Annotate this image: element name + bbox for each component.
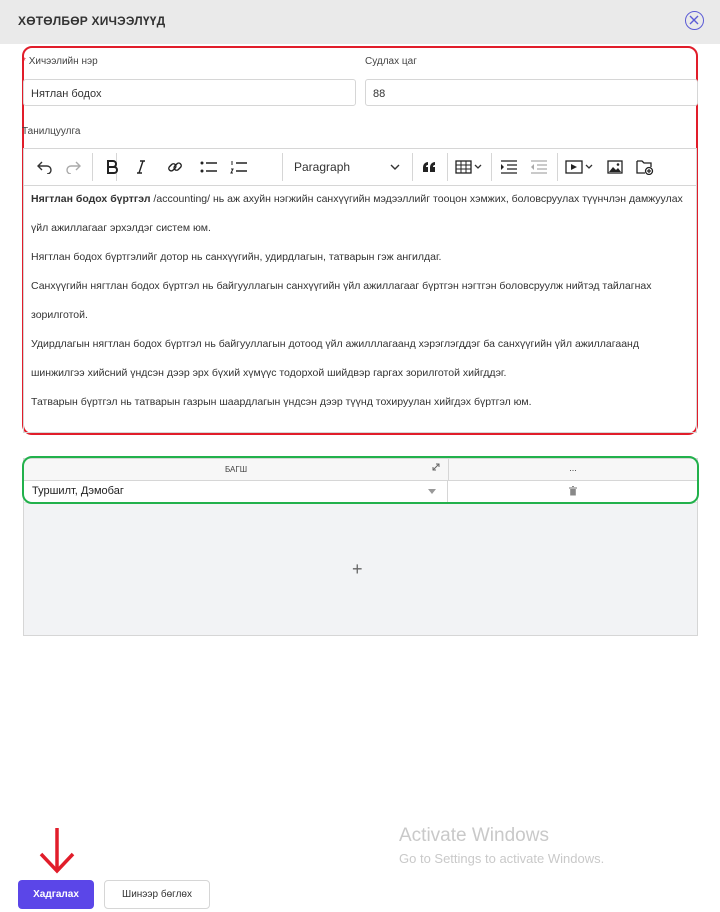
lesson-name-label: * Хичээлийн нэр <box>22 56 98 67</box>
dialog-header: ХӨТӨЛБӨР ХИЧЭЭЛҮҮД <box>0 0 720 44</box>
windows-watermark-subtitle: Go to Settings to activate Windows. <box>399 851 605 866</box>
editor-paragraph: Удирдлагын нягтлан бодох бүртгэл нь байг… <box>31 338 639 379</box>
toolbar-divider <box>412 153 413 181</box>
add-row-button[interactable]: + <box>352 559 363 580</box>
outdent-icon[interactable] <box>524 149 554 185</box>
dialog-title: ХӨТӨЛБӨР ХИЧЭЭЛҮҮД <box>18 14 166 28</box>
study-hours-input[interactable]: 88 <box>365 79 698 106</box>
close-icon <box>689 15 699 25</box>
toolbar-divider <box>92 153 93 181</box>
blockquote-icon[interactable] <box>414 149 444 185</box>
editor-paragraph: Татварын бүртгэл нь татварын газрын шаар… <box>31 396 532 408</box>
link-icon[interactable] <box>160 149 190 185</box>
editor-paragraph: Нягтлан бодох бүртгэл /accounting/ нь аж… <box>31 193 683 234</box>
close-button[interactable] <box>685 11 704 30</box>
file-manager-icon[interactable] <box>630 149 660 185</box>
highlight-box-green <box>22 456 699 504</box>
red-arrow-down-icon <box>39 828 75 874</box>
insert-table-icon[interactable] <box>450 149 488 185</box>
indent-icon[interactable] <box>494 149 524 185</box>
italic-icon[interactable] <box>126 149 156 185</box>
toolbar-divider <box>557 153 558 181</box>
study-hours-label: Судлах цаг <box>365 56 417 67</box>
editor-paragraph: Нягтлан бодох бүртгэлийг дотор нь санхүү… <box>31 251 442 263</box>
image-icon[interactable] <box>600 149 630 185</box>
intro-label: Танилцуулга <box>22 126 81 137</box>
lesson-name-input[interactable]: Нятлан бодох <box>23 79 356 106</box>
bold-icon[interactable] <box>97 149 127 185</box>
media-embed-icon[interactable] <box>560 149 600 185</box>
editor-content[interactable]: Нягтлан бодох бүртгэл /accounting/ нь аж… <box>31 185 691 417</box>
editor-paragraph: Санхүүгийн нягтлан бодох бүртгэл нь байг… <box>31 280 652 321</box>
toolbar-divider <box>491 153 492 181</box>
editor-toolbar: Paragraph <box>24 149 696 186</box>
toolbar-divider <box>447 153 448 181</box>
undo-icon[interactable] <box>30 149 60 185</box>
redo-icon[interactable] <box>58 149 88 185</box>
toolbar-divider <box>282 153 283 181</box>
numbered-list-icon[interactable] <box>224 149 254 185</box>
heading-dropdown-value: Paragraph <box>294 160 351 174</box>
rich-text-editor[interactable]: Paragraph Нягтлан бодох бүртгэл /account… <box>23 148 697 433</box>
windows-watermark-title: Activate Windows <box>399 825 549 846</box>
save-button[interactable]: Хадгалах <box>18 880 94 909</box>
new-fill-button[interactable]: Шинээр бөглөх <box>104 880 210 909</box>
required-mark: * <box>22 56 26 67</box>
bulleted-list-icon[interactable] <box>194 149 224 185</box>
chevron-down-icon <box>390 164 400 170</box>
